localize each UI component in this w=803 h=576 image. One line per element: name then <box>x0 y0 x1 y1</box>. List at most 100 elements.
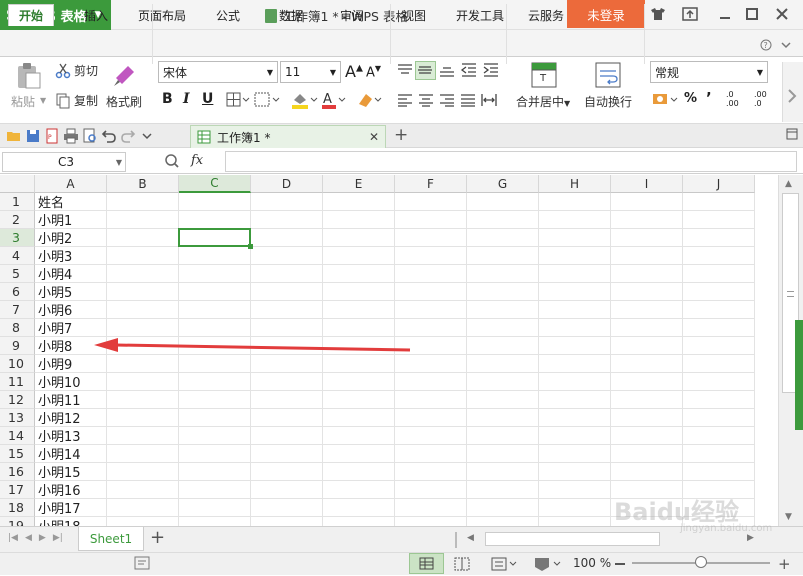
cell-f13[interactable] <box>395 409 467 427</box>
cell-j3[interactable] <box>683 229 755 247</box>
cell-d11[interactable] <box>251 373 323 391</box>
close-tab-icon[interactable]: ✕ <box>369 130 379 144</box>
cell-j14[interactable] <box>683 427 755 445</box>
tab-split-handle[interactable] <box>455 532 457 548</box>
cell-h18[interactable] <box>539 499 611 517</box>
scroll-down-icon[interactable]: ▼ <box>785 512 792 522</box>
cell-c12[interactable] <box>179 391 251 409</box>
cell-a6[interactable]: 小明5 <box>35 283 107 301</box>
wrap-text-button[interactable]: 自动换行 <box>584 93 632 110</box>
add-sheet-button[interactable]: + <box>150 527 165 548</box>
cell-d5[interactable] <box>251 265 323 283</box>
cell-c14[interactable] <box>179 427 251 445</box>
cell-h15[interactable] <box>539 445 611 463</box>
cell-f5[interactable] <box>395 265 467 283</box>
formula-input[interactable] <box>225 151 797 172</box>
cell-f16[interactable] <box>395 463 467 481</box>
cell-i16[interactable] <box>611 463 683 481</box>
cell-h17[interactable] <box>539 481 611 499</box>
tab-insert[interactable]: 插入 <box>74 4 118 26</box>
cell-j7[interactable] <box>683 301 755 319</box>
cell-g17[interactable] <box>467 481 539 499</box>
paste-button[interactable]: 粘贴 <box>11 93 35 110</box>
zoom-slider[interactable] <box>632 556 770 568</box>
tab-cloud[interactable]: 云服务 <box>518 4 574 26</box>
align-bottom-icon[interactable] <box>438 62 456 81</box>
cell-h19[interactable] <box>539 517 611 526</box>
undo-icon[interactable] <box>101 128 117 144</box>
cell-d18[interactable] <box>251 499 323 517</box>
align-middle-icon[interactable] <box>415 61 436 80</box>
cell-d1[interactable] <box>251 193 323 211</box>
prev-sheet-icon[interactable]: ◀ <box>25 533 32 543</box>
cell-f17[interactable] <box>395 481 467 499</box>
decrease-decimal-button[interactable]: .00 .0 <box>754 90 767 108</box>
increase-indent-icon[interactable] <box>482 62 500 81</box>
align-left-icon[interactable] <box>396 92 414 111</box>
page-break-view-icon[interactable] <box>453 556 471 575</box>
cell-g18[interactable] <box>467 499 539 517</box>
cell-a14[interactable]: 小明13 <box>35 427 107 445</box>
cell-b6[interactable] <box>107 283 179 301</box>
export-pdf-icon[interactable]: P <box>44 128 60 144</box>
normal-view-icon[interactable] <box>409 553 444 574</box>
cell-g3[interactable] <box>467 229 539 247</box>
cell-c13[interactable] <box>179 409 251 427</box>
customize-toolbar-icon[interactable] <box>139 128 155 144</box>
row-header[interactable]: 15 <box>0 445 35 463</box>
cell-g9[interactable] <box>467 337 539 355</box>
name-box[interactable]: C3 ▼ <box>2 152 126 172</box>
scroll-up-icon[interactable]: ▲ <box>785 179 792 189</box>
cell-g19[interactable] <box>467 517 539 526</box>
document-tab[interactable]: 工作簿1 * ✕ <box>190 125 386 148</box>
align-top-icon[interactable] <box>396 62 414 81</box>
minimize-icon[interactable] <box>714 3 736 25</box>
cell-j12[interactable] <box>683 391 755 409</box>
skin-icon[interactable] <box>647 3 669 25</box>
cell-b12[interactable] <box>107 391 179 409</box>
cell-g10[interactable] <box>467 355 539 373</box>
print-icon[interactable] <box>63 128 79 144</box>
column-header-j[interactable]: J <box>683 175 755 193</box>
cell-e2[interactable] <box>323 211 395 229</box>
zoom-in-icon[interactable]: + <box>778 555 791 573</box>
cell-d3[interactable] <box>251 229 323 247</box>
cell-g4[interactable] <box>467 247 539 265</box>
merge-center-icon[interactable]: T <box>531 62 557 91</box>
cell-g13[interactable] <box>467 409 539 427</box>
cell-i10[interactable] <box>611 355 683 373</box>
cell-h7[interactable] <box>539 301 611 319</box>
row-header[interactable]: 13 <box>0 409 35 427</box>
cell-c5[interactable] <box>179 265 251 283</box>
cell-b4[interactable] <box>107 247 179 265</box>
cell-j2[interactable] <box>683 211 755 229</box>
cell-e3[interactable] <box>323 229 395 247</box>
cell-j15[interactable] <box>683 445 755 463</box>
cell-b1[interactable] <box>107 193 179 211</box>
cell-f14[interactable] <box>395 427 467 445</box>
italic-button[interactable]: I <box>183 91 190 107</box>
cell-f15[interactable] <box>395 445 467 463</box>
cell-e5[interactable] <box>323 265 395 283</box>
chevron-down-icon[interactable]: ▼ <box>40 96 46 105</box>
sheet-nav-buttons[interactable]: |◀ ◀ ▶ ▶| <box>8 533 63 543</box>
cell-h12[interactable] <box>539 391 611 409</box>
cell-i8[interactable] <box>611 319 683 337</box>
cell-i2[interactable] <box>611 211 683 229</box>
column-header-a[interactable]: A <box>35 175 107 193</box>
column-header-b[interactable]: B <box>107 175 179 193</box>
cell-f7[interactable] <box>395 301 467 319</box>
fill-handle[interactable] <box>248 244 253 249</box>
cell-i7[interactable] <box>611 301 683 319</box>
row-header[interactable]: 12 <box>0 391 35 409</box>
cell-h1[interactable] <box>539 193 611 211</box>
cell-h2[interactable] <box>539 211 611 229</box>
cell-e14[interactable] <box>323 427 395 445</box>
cell-b18[interactable] <box>107 499 179 517</box>
cell-e7[interactable] <box>323 301 395 319</box>
cell-h8[interactable] <box>539 319 611 337</box>
maximize-icon[interactable] <box>741 3 763 25</box>
row-header[interactable]: 10 <box>0 355 35 373</box>
cell-g5[interactable] <box>467 265 539 283</box>
new-tab-button[interactable]: + <box>394 125 408 145</box>
